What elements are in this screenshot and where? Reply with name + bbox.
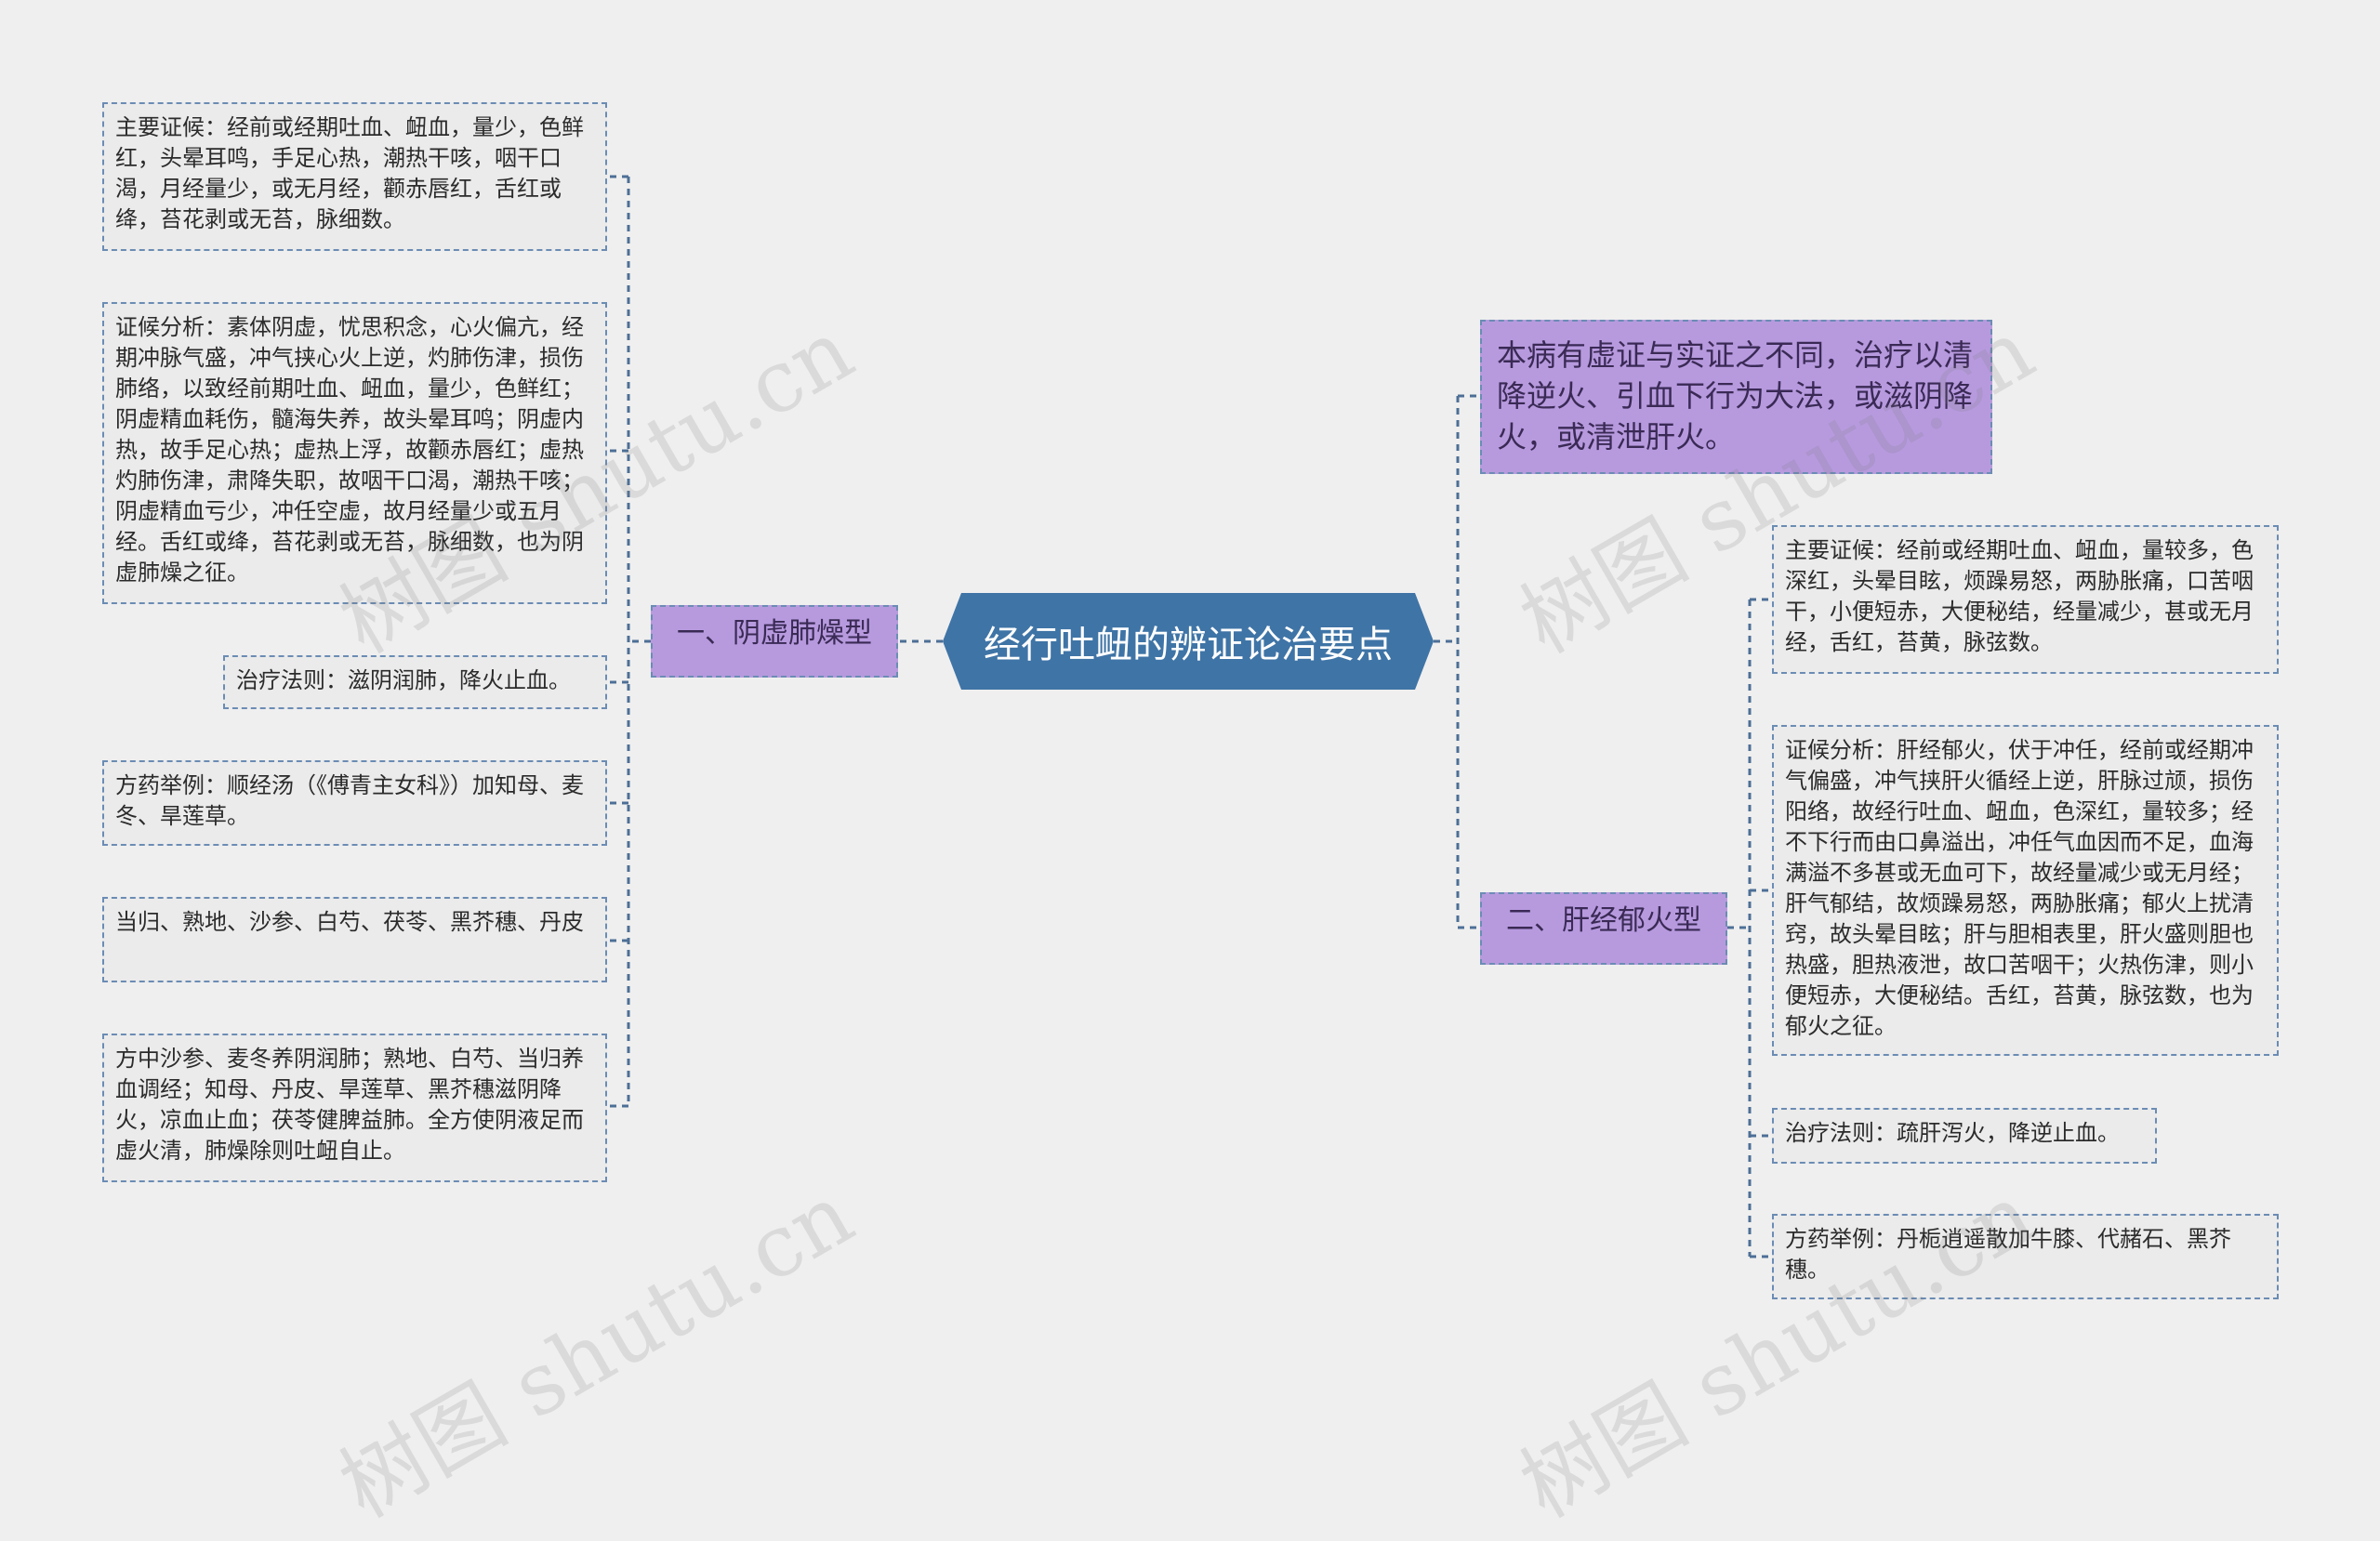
leaf-text: 证候分析：素体阴虚，忧思积念，心火偏亢，经期冲脉气盛，冲气挟心火上逆，灼肺伤津，… (115, 314, 584, 586)
leaf-text: 主要证候：经前或经期吐血、衄血，量少，色鲜红，头晕耳鸣，手足心热，潮热干咳，咽干… (115, 114, 584, 232)
right-treatment[interactable]: 治疗法则：疏肝泻火，降逆止血。 (1772, 1108, 2157, 1164)
note-text: 本病有虚证与实证之不同，治疗以清降逆火、引血下行为大法，或滋阴降火，或清泄肝火。 (1497, 337, 1974, 454)
leaf-text: 证候分析：肝经郁火，伏于冲任，经前或经期冲气偏盛，冲气挟肝火循经上逆，肝脉过颃，… (1785, 737, 2254, 1039)
left-analysis[interactable]: 证候分析：素体阴虚，忧思积念，心火偏亢，经期冲脉气盛，冲气挟心火上逆，灼肺伤津，… (102, 302, 607, 604)
branch-yin-deficiency[interactable]: 一、阴虚肺燥型 (651, 605, 898, 678)
leaf-text: 治疗法则：疏肝泻火，降逆止血。 (1785, 1120, 2120, 1146)
left-symptoms[interactable]: 主要证候：经前或经期吐血、衄血，量少，色鲜红，头晕耳鸣，手足心热，潮热干咳，咽干… (102, 102, 607, 251)
right-prescription[interactable]: 方药举例：丹栀逍遥散加牛膝、代赭石、黑芥穗。 (1772, 1214, 2279, 1299)
leaf-text: 方药举例：顺经汤（《傅青主女科》）加知母、麦冬、旱莲草。 (115, 772, 584, 829)
leaf-text: 主要证候：经前或经期吐血、衄血，量较多，色深红，头晕目眩，烦躁易怒，两胁胀痛，口… (1785, 537, 2254, 655)
branch-label: 一、阴虚肺燥型 (677, 617, 872, 650)
leaf-text: 治疗法则：滋阴润肺，降火止血。 (236, 667, 571, 693)
leaf-text: 方药举例：丹栀逍遥散加牛膝、代赭石、黑芥穗。 (1785, 1226, 2231, 1283)
mindmap-canvas: 经行吐衄的辨证论治要点 一、阴虚肺燥型 主要证候：经前或经期吐血、衄血，量少，色… (0, 0, 2380, 1537)
left-treatment[interactable]: 治疗法则：滋阴润肺，降火止血。 (223, 655, 607, 709)
branch-label: 二、肝经郁火型 (1506, 904, 1701, 937)
right-symptoms[interactable]: 主要证候：经前或经期吐血、衄血，量较多，色深红，头晕目眩，烦躁易怒，两胁胀痛，口… (1772, 525, 2279, 674)
branch-liver-fire[interactable]: 二、肝经郁火型 (1480, 892, 1727, 965)
left-explanation[interactable]: 方中沙参、麦冬养阴润肺；熟地、白芍、当归养血调经；知母、丹皮、旱莲草、黑芥穗滋阴… (102, 1034, 607, 1182)
treatment-principle-note[interactable]: 本病有虚证与实证之不同，治疗以清降逆火、引血下行为大法，或滋阴降火，或清泄肝火。 (1480, 320, 1992, 474)
center-topic-label: 经行吐衄的辨证论治要点 (984, 624, 1393, 666)
left-ingredients[interactable]: 当归、熟地、沙参、白芍、茯苓、黑芥穗、丹皮 (102, 897, 607, 982)
center-topic[interactable]: 经行吐衄的辨证论治要点 (943, 593, 1434, 690)
leaf-text: 方中沙参、麦冬养阴润肺；熟地、白芍、当归养血调经；知母、丹皮、旱莲草、黑芥穗滋阴… (115, 1046, 584, 1164)
left-prescription[interactable]: 方药举例：顺经汤（《傅青主女科》）加知母、麦冬、旱莲草。 (102, 760, 607, 846)
right-analysis[interactable]: 证候分析：肝经郁火，伏于冲任，经前或经期冲气偏盛，冲气挟肝火循经上逆，肝脉过颃，… (1772, 725, 2279, 1056)
leaf-text: 当归、熟地、沙参、白芍、茯苓、黑芥穗、丹皮 (115, 909, 584, 935)
